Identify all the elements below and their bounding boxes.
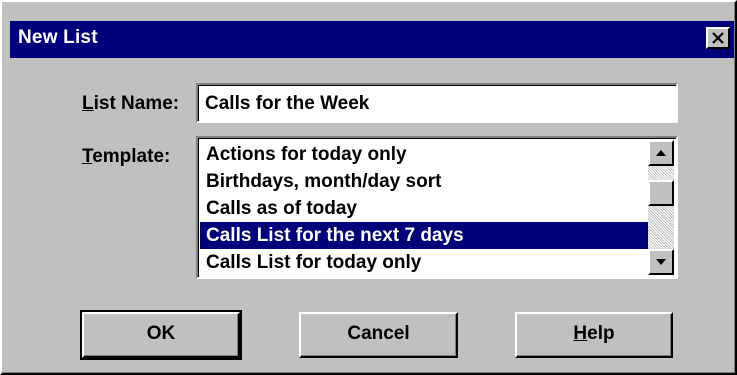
close-icon bbox=[712, 32, 724, 44]
template-item[interactable]: Actions for today only bbox=[200, 141, 648, 168]
close-button[interactable] bbox=[706, 27, 730, 49]
scroll-up-button[interactable] bbox=[648, 140, 674, 166]
template-label: Template: bbox=[82, 146, 171, 167]
ok-button[interactable]: OK bbox=[80, 310, 242, 360]
arrow-down-icon bbox=[656, 259, 666, 265]
help-button[interactable]: Help bbox=[515, 312, 673, 358]
cancel-button[interactable]: Cancel bbox=[299, 312, 458, 358]
new-list-dialog: New List List Name: Calls for the Week T… bbox=[0, 0, 737, 375]
template-item-selected[interactable]: Calls List for the next 7 days bbox=[200, 222, 648, 249]
template-item[interactable]: Calls as of today bbox=[200, 195, 648, 222]
title-bar: New List bbox=[10, 21, 734, 58]
list-name-value: Calls for the Week bbox=[205, 93, 370, 114]
template-scrollbar[interactable] bbox=[648, 140, 674, 275]
list-name-input[interactable]: Calls for the Week bbox=[196, 83, 678, 123]
arrow-up-icon bbox=[656, 150, 666, 156]
list-name-label: List Name: bbox=[82, 93, 180, 114]
scroll-thumb[interactable] bbox=[648, 180, 674, 206]
template-listbox[interactable]: Actions for today only Birthdays, month/… bbox=[196, 136, 678, 279]
dialog-title: New List bbox=[18, 27, 98, 48]
template-item[interactable]: Birthdays, month/day sort bbox=[200, 168, 648, 195]
template-item[interactable]: Calls List for today only bbox=[200, 249, 648, 276]
scroll-down-button[interactable] bbox=[648, 249, 674, 275]
template-list: Actions for today only Birthdays, month/… bbox=[200, 141, 648, 276]
